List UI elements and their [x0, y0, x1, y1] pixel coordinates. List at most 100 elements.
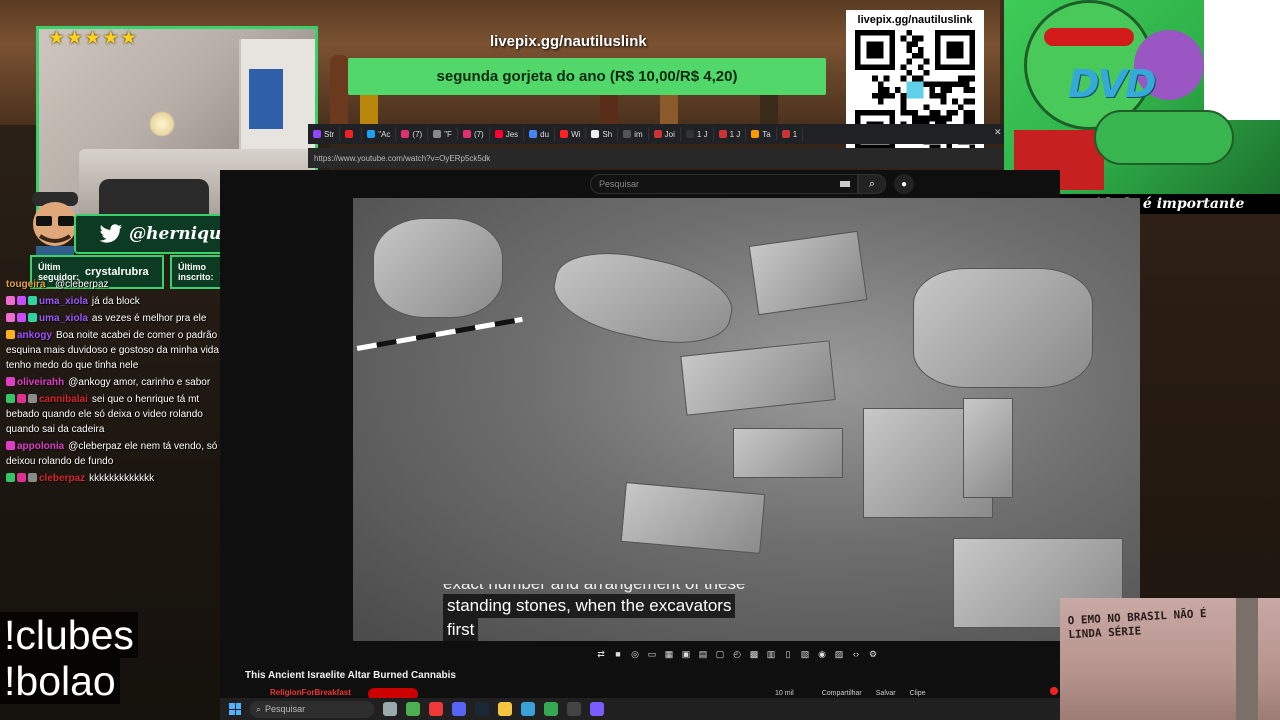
twitter-bird-icon	[99, 224, 123, 243]
search-icon[interactable]: ⌕	[858, 174, 886, 194]
discord-icon[interactable]	[452, 702, 466, 716]
steam-icon[interactable]	[475, 702, 489, 716]
browser-tab[interactable]	[340, 127, 363, 141]
layout-icon[interactable]: ▧	[798, 648, 812, 660]
channel-name[interactable]: ReligionForBreakfast	[270, 688, 351, 697]
browser-tab-label: Ta	[762, 129, 771, 139]
taskbar-search-input[interactable]: ⌕ Pesquisar	[250, 700, 374, 718]
youtube-search-input[interactable]: Pesquisar	[590, 174, 858, 194]
explorer-icon[interactable]	[498, 702, 512, 716]
browser-tab[interactable]: Wi	[555, 127, 587, 141]
stop-icon[interactable]: ■	[611, 648, 625, 660]
url-text[interactable]: https://www.youtube.com/watch?v=OyERp5ck…	[314, 154, 490, 163]
chat-username[interactable]: oliveirahh	[17, 377, 64, 388]
chat-username[interactable]: tougeira_	[6, 279, 51, 290]
windows-start-icon[interactable]	[226, 700, 244, 718]
calendar-icon[interactable]: ▦	[662, 648, 676, 660]
task-view-icon[interactable]	[383, 702, 397, 716]
chat-text: @ankogy amor, carinho e sabor	[68, 377, 211, 388]
gear-icon[interactable]: ⚙	[866, 648, 880, 660]
app-icon[interactable]	[521, 702, 535, 716]
subtitle-line-next: first	[443, 618, 479, 641]
browser-tab-label: "Ac	[378, 129, 391, 139]
chrome-icon[interactable]	[544, 702, 558, 716]
browser-tab[interactable]: Sh	[586, 127, 619, 141]
camera-icon[interactable]: ◉	[815, 648, 829, 660]
window-icon[interactable]: ▢	[713, 648, 727, 660]
audio-icon[interactable]: ◎	[628, 648, 642, 660]
tab-favicon-icon	[718, 130, 727, 138]
video-rock	[913, 268, 1093, 388]
speed-icon[interactable]: ◴	[730, 648, 744, 660]
video-stone-block	[963, 398, 1013, 498]
browser-tab[interactable]: 1 J	[714, 127, 747, 141]
chat-message: tougeira_ @cleberpaz	[0, 276, 240, 293]
extension-toolbar[interactable]: ⇄ ■ ◎ ▭ ▦ ▣ ▤ ▢ ◴ ▩ ▥ ▯ ▧ ◉ ▨ ‹› ⚙	[594, 646, 900, 662]
chat-badge-icon	[6, 313, 15, 322]
tab-favicon-icon	[685, 130, 694, 138]
picture-icon[interactable]: ▣	[679, 648, 693, 660]
image-icon[interactable]: ▩	[747, 648, 761, 660]
chrome-icon[interactable]	[406, 702, 420, 716]
browser-tab[interactable]: Str	[308, 127, 341, 141]
film-icon[interactable]: ▨	[832, 648, 846, 660]
tab-favicon-icon	[653, 130, 662, 138]
video-player[interactable]	[353, 198, 1140, 641]
browser-tab[interactable]: Ta	[746, 127, 777, 141]
address-bar[interactable]: https://www.youtube.com/watch?v=OyERp5ck…	[308, 148, 1004, 168]
chat-badge-icon	[17, 394, 26, 403]
browser-tab[interactable]: 1 J	[681, 127, 714, 141]
windows-taskbar: ⌕ Pesquisar	[220, 698, 1060, 720]
graffiti-text: O EMO NO BRASIL NÃO É LINDA SÉRIE	[1067, 606, 1207, 642]
mic-icon[interactable]: ●	[894, 174, 914, 194]
browser-tab-label: (7)	[473, 129, 484, 139]
chat-username[interactable]: uma_xiola	[39, 296, 88, 307]
like-button[interactable]: 10 mil	[775, 690, 794, 697]
chat-message: ankogy Boa noite acabei de comer o padrão…	[0, 327, 240, 374]
screen-icon[interactable]: ▤	[696, 648, 710, 660]
art-eyes	[1044, 28, 1134, 46]
video-actions: 10 mil Compartilhar Salvar Clipe	[775, 690, 926, 697]
code-icon[interactable]: ‹›	[849, 648, 863, 660]
columns-icon[interactable]: ▯	[781, 648, 795, 660]
save-button[interactable]: Salvar	[876, 690, 896, 697]
browser-tab[interactable]: (7)	[396, 127, 429, 141]
tab-favicon-icon	[560, 130, 569, 138]
chat-username[interactable]: appolonia	[17, 441, 64, 452]
video-rock	[620, 482, 766, 554]
browser-tab[interactable]: du	[524, 127, 556, 141]
chat-message: uma_xiola as vezes é melhor pra ele	[0, 310, 240, 327]
chat-badge-icon	[6, 377, 15, 386]
browser-tab[interactable]: Joi	[649, 127, 681, 141]
lamp	[149, 111, 175, 137]
chat-username[interactable]: ankogy	[17, 330, 52, 341]
vivaldi-icon[interactable]	[429, 702, 443, 716]
video-rock	[546, 240, 740, 356]
tab-favicon-icon	[751, 130, 760, 138]
browser-tab[interactable]: im	[618, 127, 649, 141]
browser-tab-strip[interactable]: Str "Ac (7) "F (7) Jes du Wi Sh im Joi 1 J 1 J Ta 1	[308, 124, 1004, 144]
browser-tab-label: (7)	[412, 129, 423, 139]
chat-badge-icon	[17, 473, 26, 482]
share-button[interactable]: Compartilhar	[822, 690, 862, 697]
caption-icon[interactable]: ▭	[645, 648, 659, 660]
app-icon[interactable]	[590, 702, 604, 716]
chat-username[interactable]: cannibalai	[39, 394, 88, 405]
repeat-icon[interactable]: ⇄	[594, 648, 608, 660]
close-icon[interactable]: ✕	[994, 127, 1002, 138]
chat-username[interactable]: uma_xiola	[39, 313, 88, 324]
browser-tab[interactable]: "Ac	[362, 127, 397, 141]
chat-badge-icon	[6, 330, 15, 339]
chat-username[interactable]: cleberpaz	[39, 473, 85, 484]
obs-icon[interactable]	[567, 702, 581, 716]
clip-button[interactable]: Clipe	[910, 690, 926, 697]
command-overlay: !clubes !bolao	[0, 612, 220, 704]
browser-tab[interactable]: (7)	[458, 127, 490, 141]
grid-icon[interactable]: ▥	[764, 648, 778, 660]
tab-favicon-icon	[623, 130, 632, 138]
browser-tab[interactable]: Jes	[490, 127, 525, 141]
chat-badge-icon	[28, 394, 37, 403]
browser-tab[interactable]: 1	[777, 127, 804, 141]
browser-tab[interactable]: "F	[428, 127, 458, 141]
keyboard-icon[interactable]	[840, 181, 850, 187]
